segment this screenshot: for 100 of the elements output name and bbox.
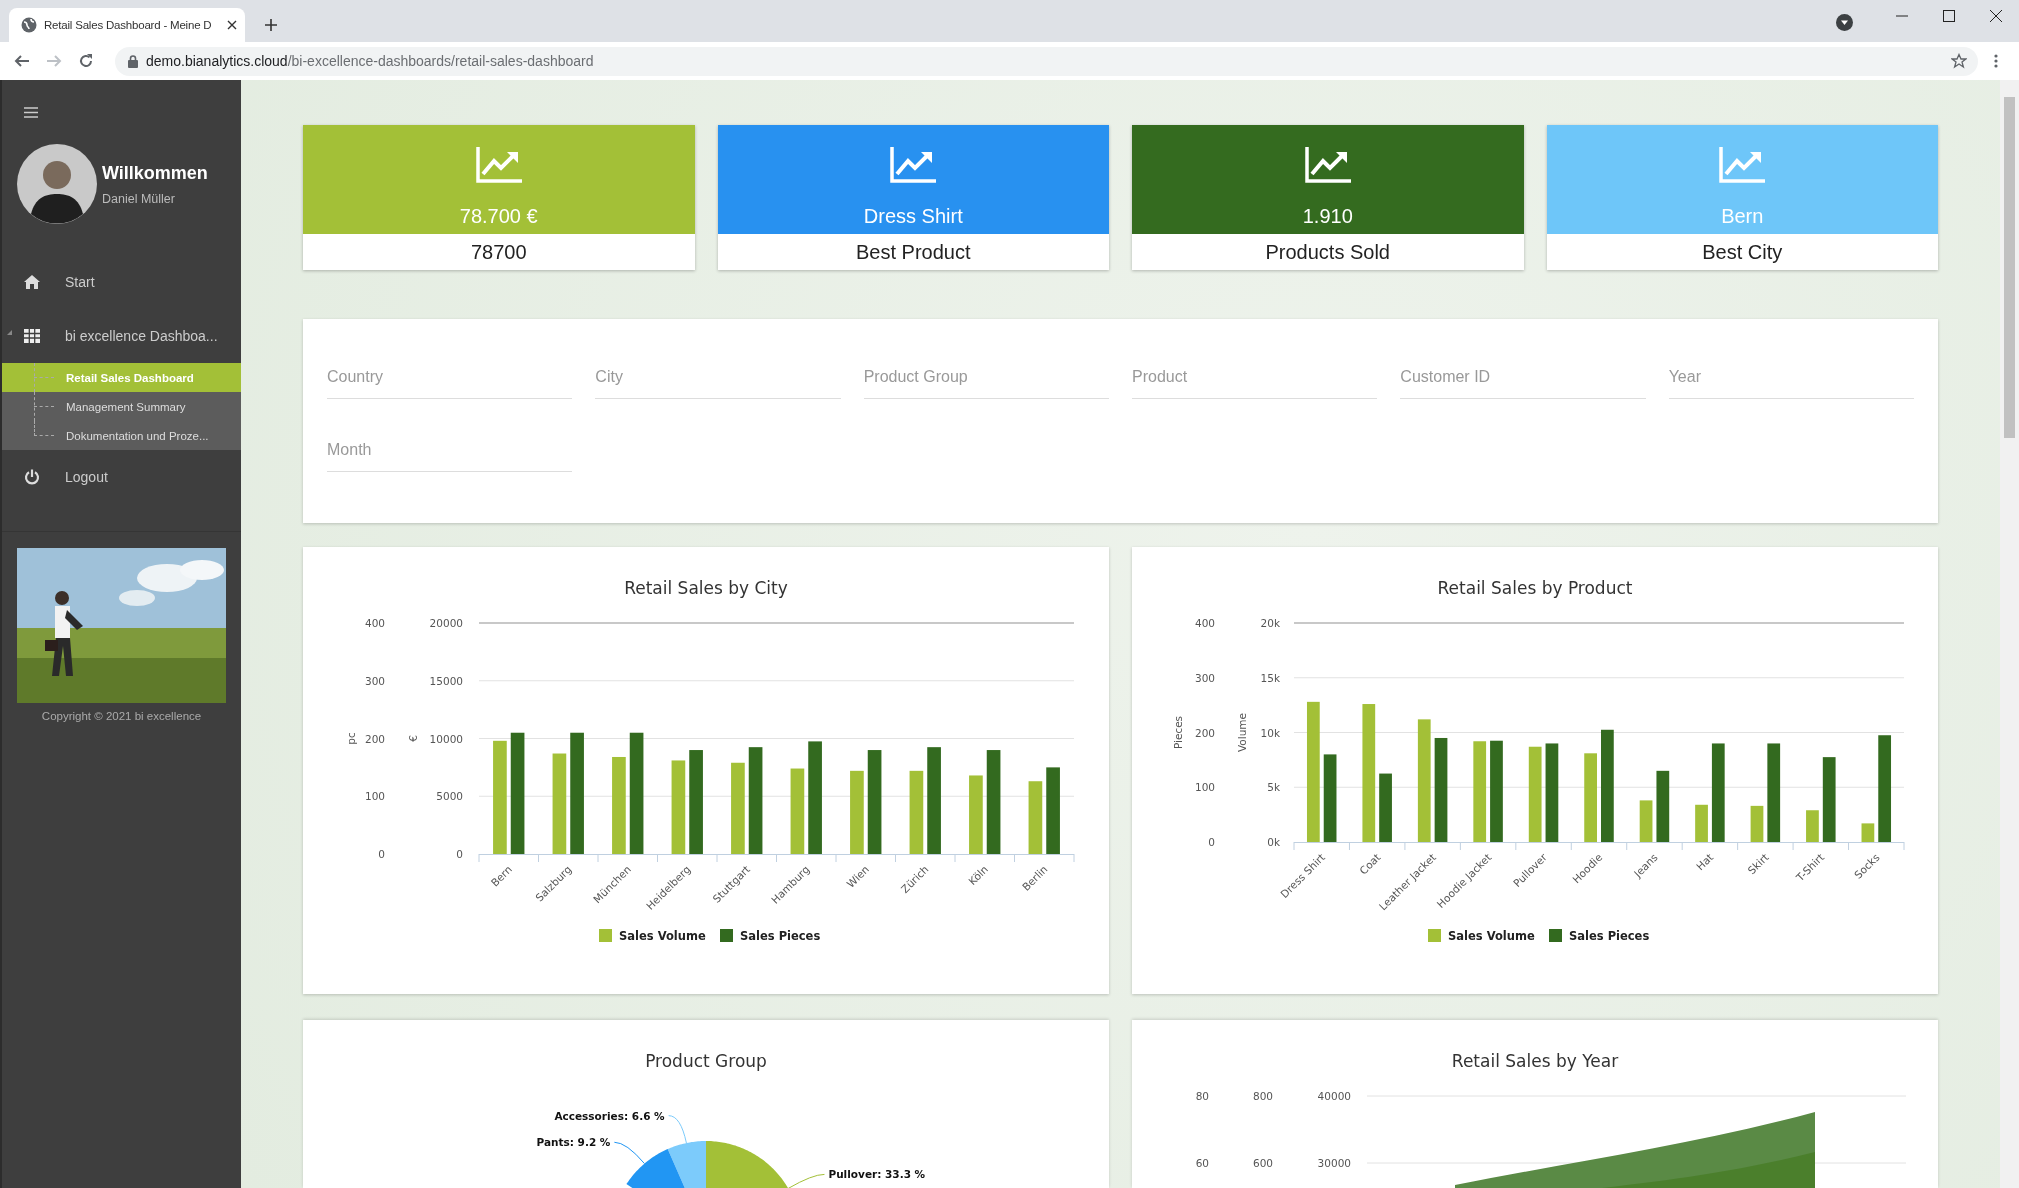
- legend-swatch: [1549, 929, 1562, 942]
- axis-tick-label: 0: [1208, 836, 1215, 848]
- back-icon[interactable]: [14, 53, 30, 69]
- input-field[interactable]: Customer ID: [1400, 356, 1646, 399]
- axis-tick-label: 800: [1252, 1090, 1273, 1102]
- data-label: Pants: 9.2 %: [536, 1136, 611, 1149]
- bar: [1639, 800, 1653, 842]
- maximize-icon[interactable]: [1943, 10, 1955, 22]
- close-icon[interactable]: [1990, 10, 2002, 22]
- nav-item[interactable]: Start: [2, 255, 241, 309]
- axis-title: €: [407, 735, 419, 742]
- home-icon: [24, 274, 40, 290]
- menu-icon[interactable]: [24, 107, 38, 118]
- axis-tick-label: 5k: [1267, 781, 1280, 794]
- collapse-arrow-icon[interactable]: [7, 330, 12, 335]
- axis-tick-label: 400: [1194, 617, 1215, 629]
- axis-tick-label: 0k: [1267, 836, 1280, 848]
- globe-icon: [21, 17, 37, 33]
- axis-title: Pieces: [1172, 715, 1184, 750]
- input-field[interactable]: Product Group: [863, 356, 1109, 399]
- axis-tick-label: 600: [1252, 1157, 1273, 1169]
- axis-tick-label: 80: [1195, 1090, 1209, 1102]
- chart-title: Retail Sales by Year: [1451, 1051, 1619, 1071]
- legend-label: Sales Pieces: [740, 929, 821, 943]
- chart-trend-icon: [475, 147, 522, 183]
- chart-title: Retail Sales by Product: [1437, 578, 1633, 598]
- axis-tick-label: 0: [378, 848, 385, 860]
- input-field[interactable]: Year: [1668, 356, 1914, 399]
- url-text: demo.bianalytics.cloud/bi-excellence-dashboards/retail-sales-dashboard: [146, 53, 594, 69]
- bar: [1656, 770, 1670, 842]
- menu-icon[interactable]: [1994, 54, 1998, 68]
- kpi-value: 78.700 €: [459, 205, 538, 228]
- legend-label: Sales Volume: [1448, 929, 1535, 943]
- legend-label: Sales Volume: [619, 929, 706, 943]
- kpi-value: Dress Shirt: [863, 205, 963, 228]
- axis-tick-label: 10k: [1260, 726, 1280, 739]
- legend-swatch: [599, 929, 612, 942]
- kpi-label: Best City: [1701, 239, 1784, 265]
- welcome-title: Willkommen: [102, 162, 208, 184]
- new-tab-icon[interactable]: [264, 18, 278, 32]
- chart-trend-icon: [1304, 147, 1351, 183]
- data-label: Pullover: 33.3 %: [828, 1168, 926, 1181]
- close-icon[interactable]: [227, 20, 237, 30]
- x-axis-label: Hat: [1693, 850, 1716, 873]
- axis-title: pc: [345, 732, 357, 745]
- legend-swatch: [1428, 929, 1441, 942]
- bar: [1379, 773, 1392, 842]
- scrollbar[interactable]: [2000, 80, 2019, 1188]
- axis-tick-label: 10000: [429, 732, 463, 745]
- input-field[interactable]: Country: [327, 356, 573, 399]
- axis-tick-label: 40000: [1317, 1090, 1351, 1102]
- leader-line: [613, 1141, 645, 1165]
- submenu-item[interactable]: Management Summary: [2, 392, 241, 421]
- kpi-value: Bern: [1721, 205, 1764, 228]
- star-icon[interactable]: [1951, 53, 1967, 69]
- kpi-label: 78700: [469, 239, 528, 265]
- chart-title: Retail Sales by City: [624, 578, 788, 598]
- scrollbar-thumb[interactable]: [2004, 97, 2015, 438]
- axis-tick-label: 400: [364, 617, 385, 629]
- input-field[interactable]: City: [595, 356, 841, 399]
- chart-trend-icon: [1719, 147, 1766, 183]
- nav-item[interactable]: Logout: [2, 450, 241, 504]
- chart-title: Product Group: [645, 1051, 767, 1071]
- axis-tick-label: 60: [1195, 1157, 1209, 1169]
- input-field[interactable]: Month: [327, 429, 573, 472]
- reload-icon[interactable]: [78, 53, 94, 69]
- user-name: Daniel Müller: [102, 191, 176, 206]
- copyright-text: Copyright © 2021 bi excellence: [40, 710, 203, 722]
- axis-tick-label: 100: [364, 790, 385, 803]
- axis-tick-label: 100: [1194, 781, 1215, 794]
- profile-menu-icon[interactable]: [1836, 13, 1853, 31]
- axis-tick-label: 15k: [1260, 671, 1280, 684]
- submenu-item[interactable]: Dokumentation und Proze...: [2, 421, 241, 450]
- power-icon: [24, 469, 40, 485]
- bar: [1750, 805, 1764, 842]
- lock-icon: [128, 54, 138, 68]
- axis-title: Volume: [1236, 712, 1248, 753]
- address-bar[interactable]: demo.bianalytics.cloud/bi-excellence-dashboards/retail-sales-dashboard: [115, 46, 1978, 76]
- legend-swatch: [720, 929, 733, 942]
- axis-tick-label: 200: [1194, 726, 1215, 739]
- axis-tick-label: 15000: [429, 674, 463, 687]
- axis-tick-label: 5000: [436, 790, 463, 803]
- axis-tick-label: 300: [364, 674, 385, 687]
- kpi-value: 1.910: [1302, 205, 1353, 228]
- nav-item[interactable]: bi excellence Dashboa...: [2, 309, 241, 363]
- axis-tick-label: 20k: [1260, 617, 1280, 629]
- axis-tick-label: 20000: [429, 617, 463, 629]
- browser-tab[interactable]: Retail Sales Dashboard - Meine D: [9, 8, 245, 42]
- leader-line: [668, 1115, 687, 1144]
- axis-tick-label: 200: [364, 732, 385, 745]
- axis-tick-label: 30000: [1317, 1157, 1351, 1169]
- data-label: Accessories: 6.6 %: [554, 1109, 665, 1122]
- bar: [1806, 810, 1819, 842]
- axis-tick-label: 0: [456, 848, 463, 860]
- chart-trend-icon: [890, 147, 937, 183]
- axis-tick-label: 300: [1194, 671, 1215, 684]
- bar: [1861, 823, 1875, 842]
- input-field[interactable]: Product: [1132, 356, 1378, 399]
- kpi-label: Products Sold: [1264, 239, 1391, 265]
- kpi-label: Best Product: [855, 239, 972, 265]
